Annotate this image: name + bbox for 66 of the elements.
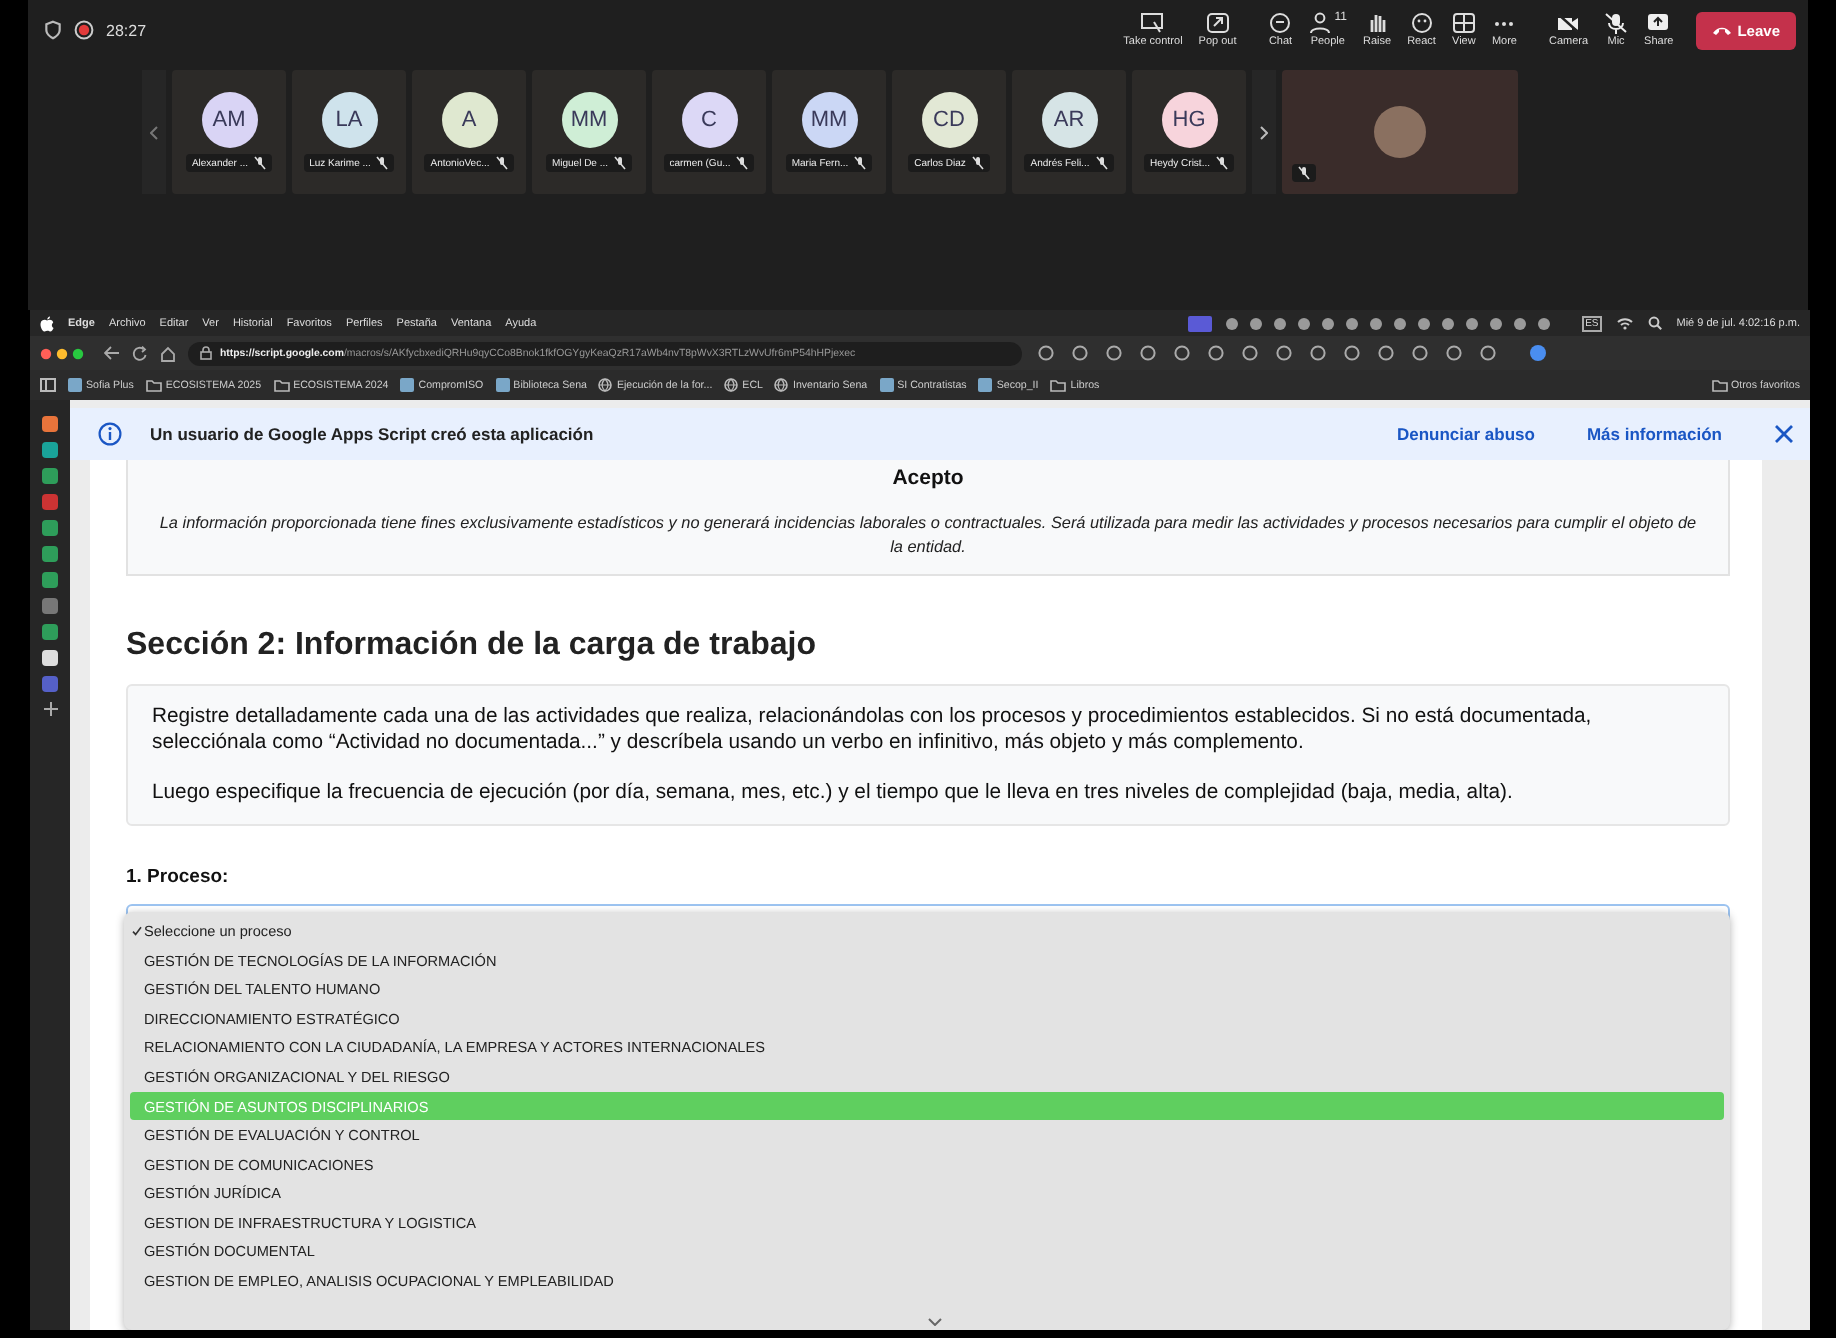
camera-off-icon (1556, 12, 1581, 34)
mic-off-icon (1216, 156, 1228, 170)
screen-icon (1140, 12, 1165, 34)
banner-link[interactable]: Denunciar abuso (1396, 424, 1535, 444)
banner-link[interactable]: Más información (1586, 424, 1722, 444)
avatar: HG (1161, 92, 1217, 148)
smiley-icon (1409, 12, 1434, 34)
site-icon (400, 378, 415, 392)
mic-off-icon (254, 156, 267, 170)
avatar: LA (321, 92, 377, 148)
mic-off-icon (736, 156, 749, 170)
mic-off-icon (495, 156, 508, 170)
share-icon (1646, 12, 1671, 34)
site-icon (495, 378, 510, 392)
photo-placeholder (1374, 106, 1426, 158)
avatar: MM (801, 92, 857, 148)
meeting-timer: 28:27 (106, 21, 147, 39)
avatar: A (441, 92, 497, 148)
grid-icon (1451, 12, 1476, 34)
folder-icon (1711, 379, 1728, 391)
info-icon (98, 422, 122, 446)
search-icon[interactable] (1648, 316, 1663, 330)
people-icon (1308, 12, 1333, 34)
mic-off-icon (1095, 156, 1108, 170)
mic-off-icon (971, 156, 984, 170)
apple-icon[interactable] (40, 315, 54, 331)
banner-text: Un usuario de Google Apps Script creó esta aplicación (150, 424, 594, 444)
instructions-text: Luego especifique la frecuencia de ejecución (por día, semana, mes, etc.) y el tiempo que le lleva en tres niveles de complejidad (baja, media, alta). (152, 779, 1515, 807)
back-arrow-icon[interactable] (104, 346, 120, 360)
close-icon[interactable] (1774, 424, 1794, 444)
mic-off-icon (614, 156, 627, 170)
site-icon (978, 378, 993, 392)
chevron-down-icon (927, 1318, 941, 1326)
popout-icon (1205, 12, 1230, 34)
instructions-text: Registre detalladamente cada una de las actividades que realiza, relacionándolas con los procesos y procedimientos establecidos. Si no está documentada, selecciónala como “Actividad no documentada...” y descríbela usando un verbo en infinitivo, más objeto y más complemento. (152, 703, 1594, 758)
folder-icon (145, 379, 162, 391)
globe-icon (724, 378, 739, 392)
avatar: AM (201, 92, 257, 148)
reload-icon[interactable] (132, 345, 148, 361)
avatar: CD (921, 92, 977, 148)
globe-icon (598, 378, 613, 392)
home-icon[interactable] (160, 345, 176, 361)
sidebar-toggle-icon[interactable] (40, 378, 56, 392)
site-icon (879, 378, 894, 392)
globe-icon (774, 378, 789, 392)
phone-icon (1711, 24, 1732, 36)
section-heading: Sección 2: Información de la carga de trabajo (126, 627, 818, 664)
mic-off-icon (854, 156, 867, 170)
avatar: AR (1041, 92, 1097, 148)
add-icon[interactable] (43, 702, 57, 716)
chevron-right-icon (1260, 125, 1268, 139)
folder-icon (273, 379, 290, 391)
site-icon (68, 378, 82, 392)
consent-text: La información proporcionada tiene fines exclusivamente estadísticos y no generará incidencias laborales o contractuales. Será utilizada para medir las actividades y procesos necesarios para cumplir el objeto de la entidad. (157, 512, 1699, 561)
chevron-left-icon (150, 125, 158, 139)
mic-off-icon (1604, 12, 1629, 34)
mic-off-icon (376, 156, 389, 170)
wifi-icon (1616, 316, 1635, 330)
mic-off-icon (1298, 166, 1310, 180)
shield-icon (44, 20, 62, 40)
avatar: MM (561, 92, 617, 148)
field-label: 1. Proceso: (126, 866, 231, 889)
folder-icon (1050, 379, 1067, 391)
card-title: Acepto (890, 466, 966, 490)
avatar: C (681, 92, 737, 148)
lock-icon (200, 346, 212, 360)
